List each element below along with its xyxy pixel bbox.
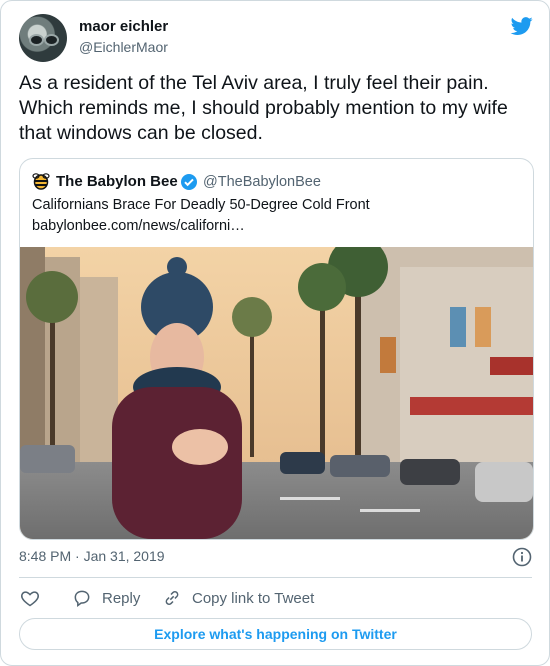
link-icon: [165, 591, 179, 605]
copy-link-button[interactable]: Copy link to Tweet: [162, 588, 314, 608]
avatar-goggle-left: [29, 34, 44, 46]
explore-button[interactable]: Explore what's happening on Twitter: [19, 618, 532, 650]
divider: [19, 577, 532, 578]
tweet-card: maor eichler @EichlerMaor As a resident …: [0, 0, 550, 666]
tweet-timestamp[interactable]: 8:48 PM · Jan 31, 2019: [19, 548, 165, 564]
quoted-author-handle: @TheBabylonBee: [203, 174, 321, 190]
reply-icon: [74, 590, 90, 607]
tweet-text: As a resident of the Tel Aviv area, I tr…: [19, 72, 508, 144]
avatar-goggle-right: [44, 34, 59, 46]
info-icon[interactable]: [512, 547, 532, 567]
copy-link-label: Copy link to Tweet: [192, 589, 315, 607]
avatar[interactable]: [19, 14, 67, 62]
quoted-link[interactable]: babylonbee.com/news/californi…: [32, 218, 245, 234]
babylon-bee-logo-icon: [32, 173, 50, 190]
heart-icon: [21, 591, 39, 607]
quoted-author-name: The Babylon Bee: [56, 173, 178, 190]
twitter-bird-icon[interactable]: [510, 15, 534, 37]
reply-button[interactable]: Reply: [72, 588, 140, 608]
article-photo[interactable]: [20, 247, 533, 539]
reply-label: Reply: [102, 589, 141, 607]
quoted-tweet[interactable]: The Babylon Bee @TheBabylonBee Californi…: [19, 158, 534, 540]
author-name[interactable]: maor eichler: [79, 18, 168, 35]
like-button[interactable]: [20, 588, 40, 608]
verified-badge-icon: [181, 174, 197, 190]
quoted-headline: Californians Brace For Deadly 50-Degree …: [32, 197, 370, 213]
author-handle[interactable]: @EichlerMaor: [79, 39, 168, 55]
